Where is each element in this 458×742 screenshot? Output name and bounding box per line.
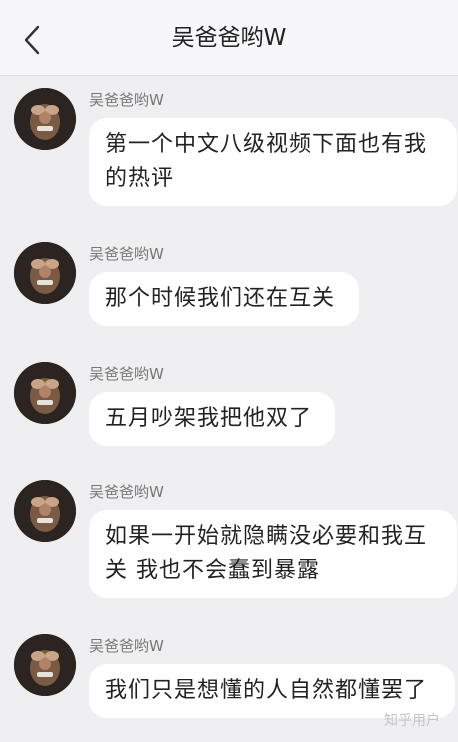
sender-name: 吴爸爸哟W [89, 637, 164, 655]
message-bubble[interactable]: 第一个中文八级视频下面也有我的热评 [89, 118, 457, 206]
avatar[interactable] [14, 88, 76, 150]
watermark: 知乎用户 [384, 713, 440, 729]
message-bubble[interactable]: 如果一开始就隐瞒没必要和我互关 我也不会蠢到暴露 [89, 510, 457, 598]
avatar[interactable] [14, 242, 76, 304]
avatar-image [14, 480, 76, 542]
sender-name: 吴爸爸哟W [89, 483, 164, 501]
message-bubble[interactable]: 那个时候我们还在互关 [89, 272, 359, 326]
avatar-image [14, 242, 76, 304]
top-bar: 吴爸爸哟W [0, 0, 458, 76]
avatar-image [14, 634, 76, 696]
chat-title: 吴爸爸哟W [171, 25, 287, 51]
message-bubble[interactable]: 五月吵架我把他双了 [89, 392, 335, 446]
avatar-image [14, 362, 76, 424]
sender-name: 吴爸爸哟W [89, 365, 164, 383]
avatar[interactable] [14, 480, 76, 542]
avatar-image [14, 88, 76, 150]
sender-name: 吴爸爸哟W [89, 91, 164, 109]
avatar[interactable] [14, 634, 76, 696]
avatar[interactable] [14, 362, 76, 424]
sender-name: 吴爸爸哟W [89, 245, 164, 263]
